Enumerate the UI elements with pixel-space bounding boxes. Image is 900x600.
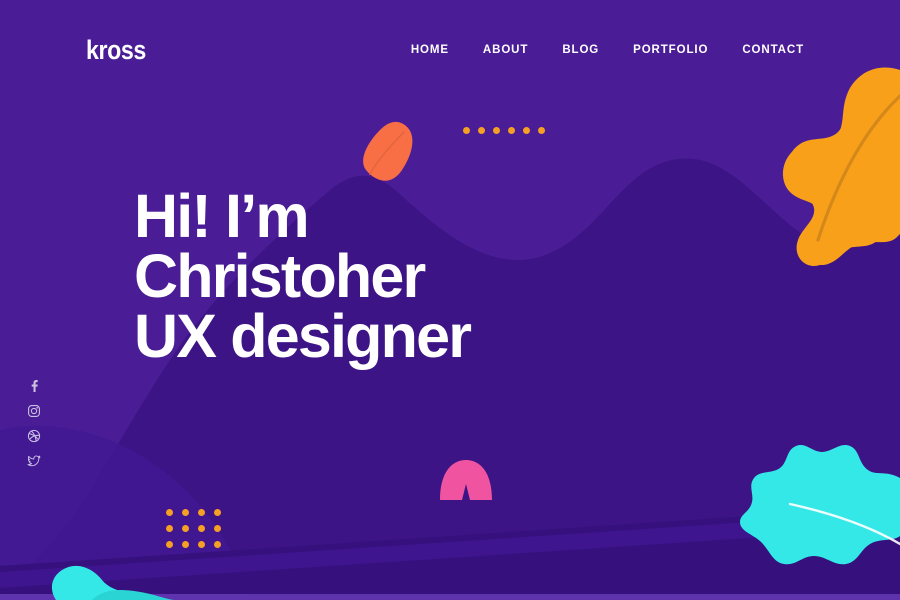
instagram-icon [28, 405, 40, 417]
site-header: kross HOME ABOUT BLOG PORTFOLIO CONTACT [0, 0, 900, 100]
hero-page: kross HOME ABOUT BLOG PORTFOLIO CONTACT … [0, 0, 900, 600]
social-link-dribbble[interactable] [26, 428, 42, 444]
dot [214, 525, 221, 532]
nav-item-portfolio[interactable]: PORTFOLIO [633, 44, 708, 56]
social-link-twitter[interactable] [26, 453, 42, 469]
orange-dot-row [463, 127, 553, 134]
nav-item-contact[interactable]: CONTACT [742, 44, 804, 56]
social-link-instagram[interactable] [26, 403, 42, 419]
dot [198, 525, 205, 532]
dot [538, 127, 545, 134]
hero-line-3: UX designer [134, 302, 472, 370]
bottom-band-light [0, 512, 900, 588]
twitter-icon [27, 455, 41, 467]
social-links-rail [26, 378, 42, 469]
dot [523, 127, 530, 134]
main-navigation: HOME ABOUT BLOG PORTFOLIO CONTACT [411, 44, 804, 56]
cyan-oak-leaf [740, 445, 900, 565]
bottom-band-dark [0, 506, 900, 594]
dot [182, 541, 189, 548]
orange-dot-grid [166, 509, 230, 557]
dot [198, 509, 205, 516]
dot [198, 541, 205, 548]
dot [214, 509, 221, 516]
dot [508, 127, 515, 134]
dot [166, 525, 173, 532]
dot [182, 509, 189, 516]
dot [493, 127, 500, 134]
nav-item-blog[interactable]: BLOG [562, 44, 599, 56]
social-link-facebook[interactable] [26, 378, 42, 394]
dot [182, 525, 189, 532]
facebook-icon [31, 380, 38, 392]
dot [214, 541, 221, 548]
dot [166, 541, 173, 548]
dot [478, 127, 485, 134]
hero-line-1: Hi! I’m [134, 182, 310, 250]
dribbble-icon [27, 429, 41, 443]
nav-item-about[interactable]: ABOUT [483, 44, 528, 56]
cyan-blob-shape [51, 565, 175, 600]
hero-heading: Hi! I’m Christoher UX designer [134, 182, 472, 370]
dot [166, 509, 173, 516]
dot [463, 127, 470, 134]
nav-item-home[interactable]: HOME [411, 44, 449, 56]
brand-logo[interactable]: kross [86, 36, 146, 64]
hero-line-2: Christoher [134, 242, 426, 310]
pink-dome-shape [440, 460, 492, 500]
coral-seed-pod [363, 121, 413, 181]
bottom-edge-strip [0, 594, 900, 600]
